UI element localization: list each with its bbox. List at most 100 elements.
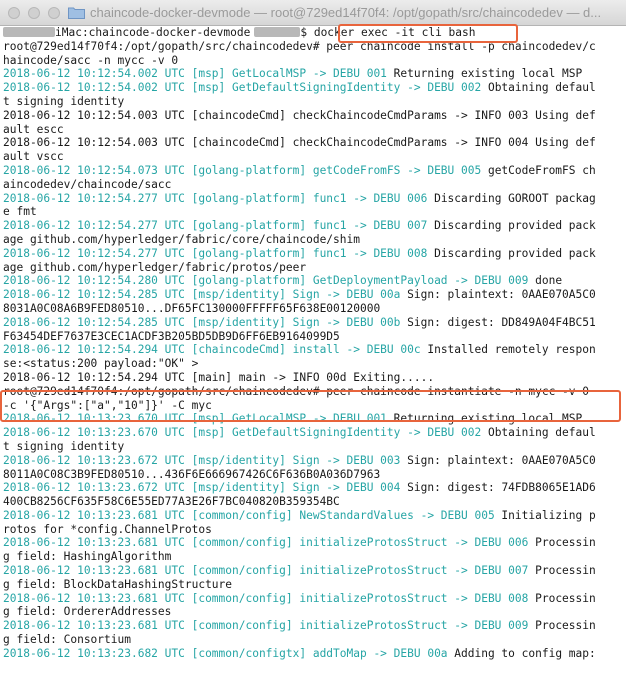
terminal-line: 2018-06-12 10:12:54.002 UTC [msp] GetDef… — [3, 81, 626, 95]
terminal-line: 2018-06-12 10:12:54.285 UTC [msp/identit… — [3, 316, 626, 330]
terminal-line: 2018-06-12 10:12:54.277 UTC [golang-plat… — [3, 219, 626, 233]
terminal-line: 2018-06-12 10:12:54.277 UTC [golang-plat… — [3, 192, 626, 206]
terminal-line: 2018-06-12 10:13:23.682 UTC [common/conf… — [3, 647, 626, 661]
redacted-username — [3, 27, 55, 37]
log-text: Returning existing local MSP — [386, 67, 583, 81]
log-text: rotos for *config.ChannelProtos — [3, 522, 212, 536]
log-text: aincodedev/chaincode/sacc — [3, 177, 172, 191]
log-text: 8011A0C08C3B9FED80510...436F6E666967426C… — [3, 467, 381, 481]
prompt-symbol: $ — [300, 26, 308, 39]
log-prefix: 2018-06-12 10:13:23.681 UTC [common/conf… — [3, 564, 529, 578]
log-text: Processin — [528, 591, 596, 605]
terminal-line: 2018-06-12 10:13:23.681 UTC [common/conf… — [3, 564, 626, 578]
window-title: chaincode-docker-devmode — root@729ed14f… — [90, 5, 602, 20]
terminal-output[interactable]: iMac:chaincode-docker-devmode $ docker ex… — [0, 26, 626, 674]
window-titlebar: chaincode-docker-devmode — root@729ed14f… — [0, 0, 626, 26]
terminal-line: 2018-06-12 10:13:23.681 UTC [common/conf… — [3, 592, 626, 606]
terminal-line: 2018-06-12 10:12:54.073 UTC [golang-plat… — [3, 164, 626, 178]
log-text: 2018-06-12 10:12:54.003 UTC [chaincodeCm… — [3, 136, 596, 150]
log-text: g field: OrdererAddresses — [3, 605, 172, 619]
log-text: haincode/sacc -n mycc -v 0 — [3, 53, 179, 67]
terminal-line: 8031A0C08A6B9FED80510...DF65FC130000FFFF… — [3, 302, 626, 316]
log-text: Adding to config map: — [447, 646, 596, 660]
log-text: t signing identity — [3, 439, 125, 453]
log-text: ault vscc — [3, 150, 64, 164]
redacted-tag — [254, 27, 301, 37]
terminal-line: rotos for *config.ChannelProtos — [3, 523, 626, 537]
log-text: 400CB8256CF635F58C6E55ED77A3E26F7BC04082… — [3, 495, 340, 509]
log-prefix: 2018-06-12 10:12:54.277 UTC [golang-plat… — [3, 219, 428, 233]
log-text: Processin — [528, 536, 596, 550]
terminal-line: 2018-06-12 10:12:54.280 UTC [golang-plat… — [3, 274, 626, 288]
folder-icon — [68, 7, 85, 19]
terminal-line: 2018-06-12 10:13:23.681 UTC [common/conf… — [3, 619, 626, 633]
log-text: Obtaining defaul — [481, 426, 596, 440]
terminal-line: ault vscc — [3, 150, 626, 164]
terminal-line: 400CB8256CF635F58C6E55ED77A3E26F7BC04082… — [3, 495, 626, 509]
terminal-line: 2018-06-12 10:12:54.294 UTC [main] main … — [3, 371, 626, 385]
log-prefix: 2018-06-12 10:12:54.277 UTC [golang-plat… — [3, 191, 428, 205]
terminal-line: 8011A0C08C3B9FED80510...436F6E666967426C… — [3, 468, 626, 482]
log-prefix: 2018-06-12 10:12:54.294 UTC [chaincodeCm… — [3, 343, 421, 357]
log-text: ault escc — [3, 122, 64, 136]
log-prefix: 2018-06-12 10:12:54.285 UTC [msp/identit… — [3, 315, 401, 329]
log-text: getCodeFromFS ch — [481, 163, 596, 177]
highlight-box-docker-exec — [338, 24, 518, 43]
close-window-button[interactable] — [8, 7, 20, 19]
minimize-window-button[interactable] — [28, 7, 40, 19]
terminal-line: 2018-06-12 10:12:54.002 UTC [msp] GetLoc… — [3, 67, 626, 81]
log-text: se:<status:200 payload:"OK" > — [3, 357, 199, 371]
log-text: Sign: plaintext: 0AAE070A5C0 — [400, 288, 596, 302]
terminal-line: 2018-06-12 10:12:54.294 UTC [chaincodeCm… — [3, 343, 626, 357]
terminal-line: F63454DEF7637E3CEC1ACDF3B205BD5DB9D6FF6E… — [3, 330, 626, 344]
log-text: Discarding GOROOT packag — [427, 191, 596, 205]
zoom-window-button[interactable] — [48, 7, 60, 19]
terminal-line: g field: OrdererAddresses — [3, 605, 626, 619]
log-text: Discarding provided pack — [427, 219, 596, 233]
log-text: t signing identity — [3, 94, 125, 108]
terminal-line: t signing identity — [3, 95, 626, 109]
terminal-line: t signing identity — [3, 440, 626, 454]
terminal-line: aincodedev/chaincode/sacc — [3, 178, 626, 192]
terminal-line: g field: BlockDataHashingStructure — [3, 578, 626, 592]
terminal-line: ault escc — [3, 123, 626, 137]
terminal-line: 2018-06-12 10:12:54.277 UTC [golang-plat… — [3, 247, 626, 261]
log-text: F63454DEF7637E3CEC1ACDF3B205BD5DB9D6FF6E… — [3, 329, 340, 343]
log-prefix: 2018-06-12 10:13:23.682 UTC [common/conf… — [3, 646, 448, 660]
terminal-line: 2018-06-12 10:12:54.285 UTC [msp/identit… — [3, 288, 626, 302]
terminal-line: 2018-06-12 10:13:23.672 UTC [msp/identit… — [3, 481, 626, 495]
terminal-line: haincode/sacc -n mycc -v 0 — [3, 54, 626, 68]
log-prefix: 2018-06-12 10:13:23.672 UTC [msp/identit… — [3, 453, 401, 467]
terminal-line: se:<status:200 payload:"OK" > — [3, 357, 626, 371]
log-prefix: 2018-06-12 10:13:23.681 UTC [common/conf… — [3, 619, 529, 633]
terminal-line: 2018-06-12 10:12:54.003 UTC [chaincodeCm… — [3, 109, 626, 123]
log-text: g field: HashingAlgorithm — [3, 550, 172, 564]
log-prefix: 2018-06-12 10:12:54.277 UTC [golang-plat… — [3, 246, 428, 260]
prompt-line: iMac:chaincode-docker-devmode $ docker ex… — [3, 26, 626, 40]
terminal-line: 2018-06-12 10:13:23.681 UTC [common/conf… — [3, 536, 626, 550]
log-text: Processin — [528, 619, 596, 633]
log-prefix: 2018-06-12 10:13:23.672 UTC [msp/identit… — [3, 481, 401, 495]
terminal-line: 2018-06-12 10:13:23.672 UTC [msp/identit… — [3, 454, 626, 468]
log-text: 2018-06-12 10:12:54.003 UTC [chaincodeCm… — [3, 108, 596, 122]
terminal-line: age github.com/hyperledger/fabric/protos… — [3, 261, 626, 275]
log-text: age github.com/hyperledger/fabric/core/c… — [3, 232, 360, 246]
log-text: Discarding provided pack — [427, 246, 596, 260]
log-text: Sign: digest: DD849A04F4BC51 — [400, 315, 596, 329]
log-text: g field: Consortium — [3, 633, 131, 647]
prompt-host: iMac:chaincode-docker-devmode — [55, 26, 251, 39]
terminal-line: g field: HashingAlgorithm — [3, 550, 626, 564]
log-prefix: 2018-06-12 10:12:54.002 UTC [msp] GetLoc… — [3, 67, 387, 81]
log-text: Sign: digest: 74FDB8065E1AD6 — [400, 481, 596, 495]
terminal-line: 2018-06-12 10:12:54.003 UTC [chaincodeCm… — [3, 136, 626, 150]
log-prefix: 2018-06-12 10:13:23.670 UTC [msp] GetDef… — [3, 426, 482, 440]
log-prefix: 2018-06-12 10:12:54.002 UTC [msp] GetDef… — [3, 81, 482, 95]
log-text: Initializing p — [494, 508, 596, 522]
log-prefix: 2018-06-12 10:13:23.681 UTC [common/conf… — [3, 508, 495, 522]
terminal-line: e fmt — [3, 205, 626, 219]
log-prefix: 2018-06-12 10:13:23.681 UTC [common/conf… — [3, 536, 529, 550]
terminal-line: root@729ed14f70f4:/opt/gopath/src/chainc… — [3, 40, 626, 54]
highlight-box-instantiate — [0, 390, 621, 422]
log-prefix: 2018-06-12 10:12:54.073 UTC [golang-plat… — [3, 163, 482, 177]
log-text: Obtaining defaul — [481, 81, 596, 95]
